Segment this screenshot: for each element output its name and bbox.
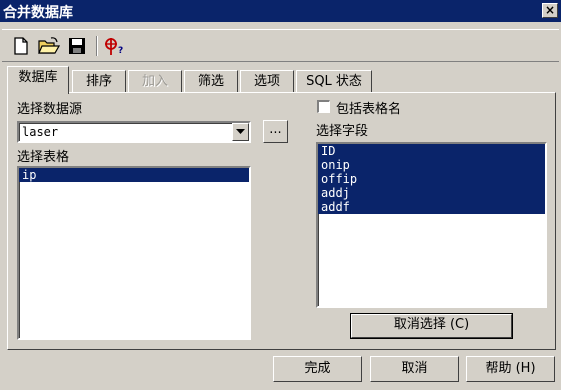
list-item[interactable]: addf bbox=[318, 200, 545, 214]
list-item[interactable]: addj bbox=[318, 186, 545, 200]
include-table-name-checkbox[interactable] bbox=[317, 100, 330, 113]
browse-label: ... bbox=[269, 122, 282, 137]
dropdown-button[interactable] bbox=[232, 123, 249, 141]
chevron-down-icon bbox=[236, 129, 245, 134]
title-bar: 合并数据库 bbox=[0, 0, 561, 22]
include-table-name-label: 包括表格名 bbox=[336, 102, 402, 117]
list-item[interactable]: ID bbox=[318, 144, 545, 158]
cancel-button[interactable]: 取消 bbox=[370, 356, 459, 382]
tab-options[interactable]: 选项 bbox=[240, 70, 294, 93]
tab-join-label: 加入 bbox=[141, 74, 168, 89]
help-button[interactable]: 帮助 (H) bbox=[466, 356, 555, 382]
open-button[interactable] bbox=[38, 35, 60, 57]
help-query-icon: ? bbox=[105, 38, 123, 56]
tab-filter-label: 筛选 bbox=[197, 74, 224, 89]
list-item[interactable]: ip bbox=[19, 168, 249, 182]
new-file-icon bbox=[14, 37, 28, 55]
svg-text:?: ? bbox=[118, 46, 123, 56]
new-button[interactable] bbox=[10, 35, 32, 57]
deselect-label: 取消选择 (C) bbox=[393, 317, 470, 332]
tab-sql-status-label: SQL 状态 bbox=[306, 74, 362, 89]
finish-button[interactable]: 完成 bbox=[273, 356, 362, 382]
datasource-label: 选择数据源 bbox=[17, 102, 83, 117]
tables-label: 选择表格 bbox=[17, 150, 70, 165]
tab-database-label: 数据库 bbox=[18, 70, 58, 85]
cancel-label: 取消 bbox=[401, 361, 428, 376]
open-folder-icon bbox=[38, 37, 60, 54]
tab-database[interactable]: 数据库 bbox=[7, 66, 69, 94]
list-item[interactable]: offip bbox=[318, 172, 545, 186]
datasource-select[interactable]: laser bbox=[17, 121, 251, 143]
tab-filter[interactable]: 筛选 bbox=[184, 70, 238, 93]
help-label: 帮助 (H) bbox=[485, 361, 536, 376]
tab-options-label: 选项 bbox=[253, 74, 280, 89]
tab-sql-status[interactable]: SQL 状态 bbox=[296, 70, 372, 93]
tables-list[interactable]: ip bbox=[17, 166, 251, 340]
close-icon: × bbox=[544, 3, 556, 17]
deselect-button[interactable]: 取消选择 (C) bbox=[350, 313, 513, 339]
tab-sort-label: 排序 bbox=[85, 74, 112, 89]
list-item[interactable]: onip bbox=[318, 158, 545, 172]
window-title: 合并数据库 bbox=[3, 5, 73, 21]
fields-list[interactable]: ID onip offip addj addf bbox=[316, 142, 547, 308]
browse-button[interactable]: ... bbox=[263, 120, 288, 143]
fields-label: 选择字段 bbox=[316, 124, 369, 139]
save-button[interactable] bbox=[66, 35, 88, 57]
query-help-button[interactable]: ? bbox=[104, 35, 126, 57]
tab-sort[interactable]: 排序 bbox=[72, 70, 126, 93]
close-button[interactable]: × bbox=[542, 3, 558, 18]
tab-join: 加入 bbox=[128, 70, 182, 93]
datasource-value: laser bbox=[22, 125, 59, 139]
toolbar-separator bbox=[96, 36, 98, 56]
finish-label: 完成 bbox=[304, 361, 331, 376]
save-icon bbox=[69, 38, 85, 54]
